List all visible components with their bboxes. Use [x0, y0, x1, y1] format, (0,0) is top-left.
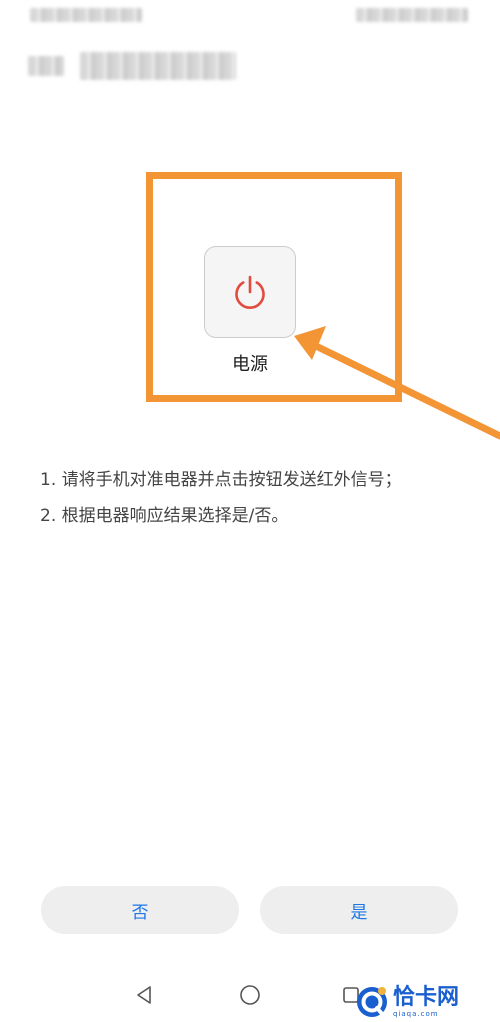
status-bar-left-blurred — [30, 8, 142, 22]
page-title-blurred — [80, 52, 236, 80]
back-triangle-icon — [137, 986, 151, 1004]
watermark-logo-icon — [357, 987, 387, 1017]
watermark-domain: qiaqa.com — [393, 1010, 439, 1018]
watermark-name: 恰卡网 — [393, 985, 460, 1010]
home-circle-icon — [240, 985, 260, 1005]
no-button[interactable]: 否 — [41, 886, 239, 934]
power-button[interactable] — [204, 246, 296, 338]
power-button-label: 电源 — [232, 354, 268, 375]
back-button-blurred[interactable] — [28, 56, 64, 76]
power-icon — [235, 275, 265, 309]
instruction-step-2: 2. 根据电器响应结果选择是/否。 — [40, 506, 289, 526]
yes-button[interactable]: 是 — [260, 886, 458, 934]
watermark: 恰卡网 qiaqa.com — [355, 982, 500, 1022]
status-bar-right-blurred — [356, 8, 468, 22]
nav-home-button[interactable] — [235, 980, 265, 1010]
instructions: 1. 请将手机对准电器并点击按钮发送红外信号； 2. 根据电器响应结果选择是/否… — [40, 462, 460, 534]
nav-back-button[interactable] — [130, 980, 160, 1010]
instruction-step-1: 1. 请将手机对准电器并点击按钮发送红外信号； — [40, 470, 402, 490]
